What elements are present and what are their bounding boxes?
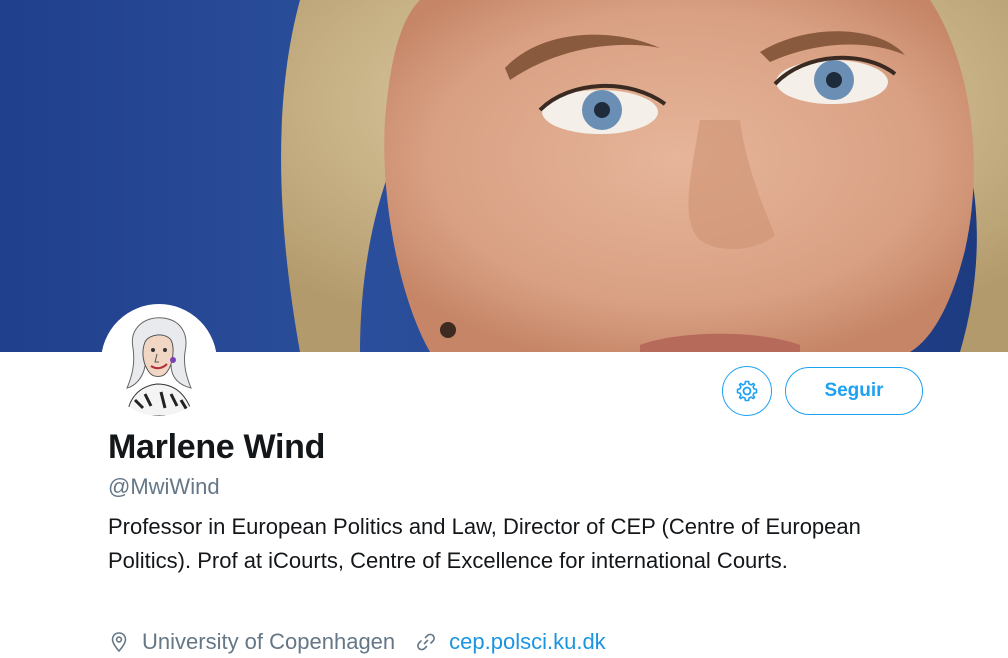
settings-button[interactable] bbox=[722, 366, 772, 416]
follow-button[interactable]: Seguir bbox=[785, 367, 923, 415]
banner-photo bbox=[0, 0, 1008, 352]
header-banner-image[interactable] bbox=[0, 0, 1008, 352]
caricature-avatar-image bbox=[105, 308, 213, 416]
follow-button-label: Seguir bbox=[824, 380, 884, 401]
profile-bio: Professor in European Politics and Law, … bbox=[108, 514, 861, 573]
gear-icon bbox=[735, 379, 759, 403]
location-item: University of Copenhagen bbox=[108, 629, 395, 655]
location-pin-icon bbox=[108, 631, 130, 653]
location-text: University of Copenhagen bbox=[142, 629, 396, 654]
profile-meta: University of Copenhagen cep.polsci.ku.d… bbox=[108, 626, 606, 658]
website-item[interactable]: cep.polsci.ku.dk bbox=[415, 629, 606, 655]
avatar[interactable] bbox=[101, 304, 217, 420]
profile-name: Marlene Wind bbox=[108, 428, 326, 466]
website-link[interactable]: cep.polsci.ku.dk bbox=[449, 629, 606, 655]
profile-handle: @MwiWind bbox=[108, 474, 220, 499]
link-icon bbox=[415, 631, 437, 653]
